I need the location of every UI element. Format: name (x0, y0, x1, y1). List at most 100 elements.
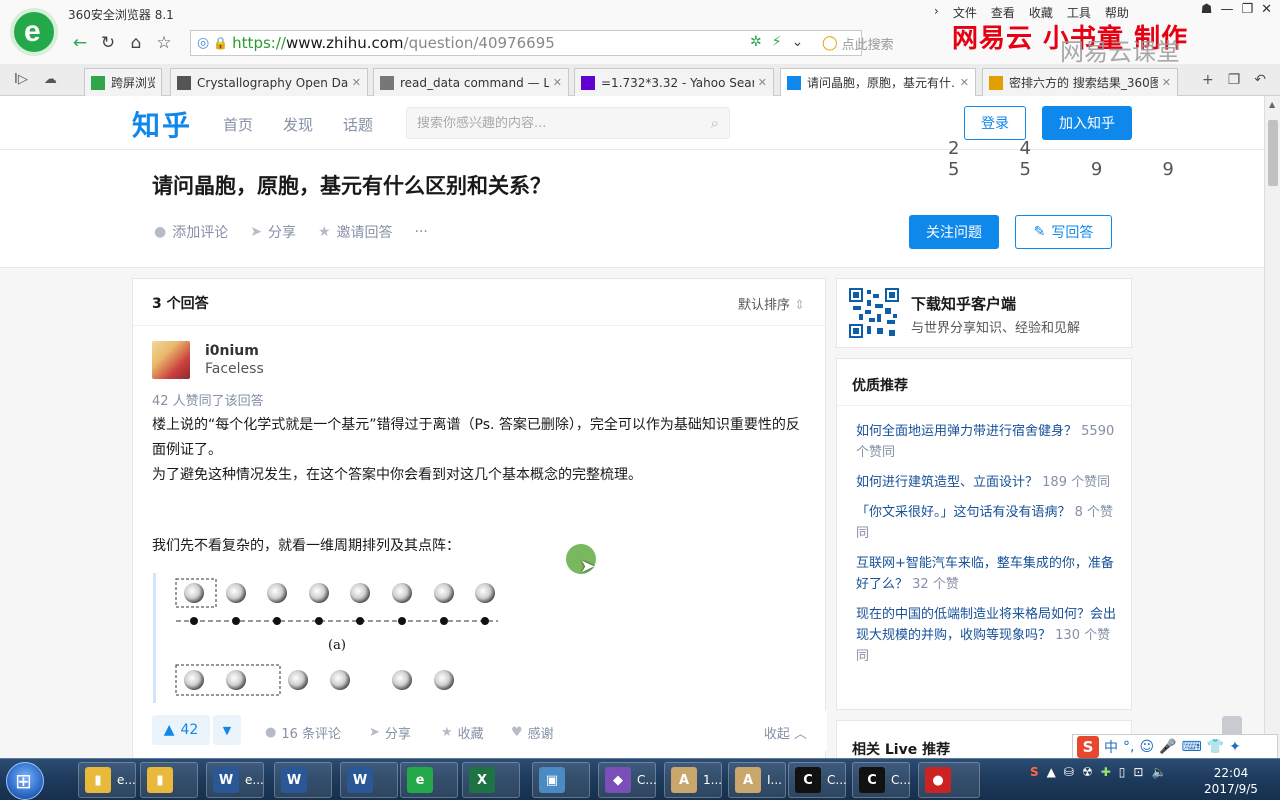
maximize-icon[interactable]: ❐ (1241, 2, 1253, 17)
tab-close-icon[interactable]: ✕ (758, 76, 767, 89)
taskbar-app[interactable]: ● (918, 762, 980, 798)
taskbar-app[interactable]: W (274, 762, 332, 798)
recommendation-item[interactable]: 互联网+智能汽车来临，整车集成的你，准备好了么？ 32 个赞 (856, 553, 1120, 595)
tab-list-icon[interactable]: ❐ (1228, 72, 1241, 88)
invite-answer-action[interactable]: ★ 邀请回答 (318, 222, 393, 242)
author-name[interactable]: i0nium (205, 343, 259, 359)
back-icon[interactable]: ← (66, 29, 94, 57)
close-icon[interactable]: ✕ (1261, 2, 1272, 17)
nav-home[interactable]: 首页 (223, 114, 253, 135)
collect-button[interactable]: ★ 收藏 (441, 723, 484, 742)
new-tab-icon[interactable]: + (1202, 72, 1214, 88)
volume-icon[interactable]: 🔈 (1151, 765, 1166, 779)
login-button[interactable]: 登录 (964, 106, 1026, 140)
download-app-card[interactable]: 下载知乎客户端 与世界分享知识、经验和见解 (836, 278, 1132, 348)
refresh-icon[interactable]: ↻ (94, 29, 122, 57)
sort-dropdown[interactable]: 默认排序 ⇕ (738, 294, 805, 313)
recommendation-item[interactable]: 现在的中国的低端制造业将来格局如何？会出现大规模的并购，收购等现象吗？ 130 … (856, 604, 1120, 667)
zhihu-logo[interactable]: 知乎 (132, 104, 192, 144)
more-action[interactable]: ··· (415, 222, 428, 242)
skin-shirt-icon[interactable]: 👕 (1207, 739, 1224, 755)
tray-360-icon[interactable]: ✚ (1101, 765, 1111, 779)
taskbar-app-label: I... (767, 773, 782, 787)
dropdown-icon[interactable]: ⌄ (792, 34, 804, 50)
comments-button[interactable]: ● 16 条评论 (265, 723, 341, 742)
favorite-star-icon[interactable]: ☆ (150, 29, 178, 57)
share-action[interactable]: ➤ 分享 (250, 222, 296, 242)
taskbar-app[interactable]: ▮ (140, 762, 198, 798)
punctuation-icon[interactable]: °, (1123, 739, 1134, 755)
taskbar-app[interactable]: C C... (852, 762, 911, 798)
collapse-button[interactable]: 收起 ︿ (764, 723, 807, 742)
skin-icon[interactable]: ☗ (1201, 2, 1213, 17)
add-comment-action[interactable]: ● 添加评论 (154, 222, 228, 242)
taskbar-app[interactable]: A I... (728, 762, 786, 798)
network-icon[interactable]: ⊡ (1133, 765, 1143, 779)
vote-summary[interactable]: 42 人赞同了该回答 (152, 390, 264, 409)
tab-close-icon[interactable]: ✕ (960, 76, 969, 89)
speed-mode-icon[interactable]: ⚡ (772, 34, 782, 50)
taskbar-app[interactable]: ▣ (532, 762, 590, 798)
downvote-button[interactable]: ▼ (213, 715, 241, 745)
upvote-button[interactable]: ▲ 42 (152, 715, 210, 745)
recommendation-item[interactable]: 如何进行建筑造型、立面设计？ 189 个赞同 (856, 472, 1120, 493)
nav-topics[interactable]: 话题 (343, 114, 373, 135)
tab-close-icon[interactable]: ✕ (352, 76, 361, 89)
zhihu-search-input[interactable] (417, 115, 687, 131)
write-answer-button[interactable]: ✎ 写回答 (1015, 215, 1112, 249)
feedback-icon[interactable] (1222, 716, 1242, 736)
menu-arrow-icon[interactable]: › (934, 4, 939, 21)
collapse-label: 收起 (763, 727, 790, 742)
start-button[interactable]: ⊞ (6, 762, 44, 800)
site-info-icon[interactable]: ◎ (197, 35, 209, 51)
emoji-icon[interactable]: ☺ (1139, 739, 1154, 755)
taskbar-app[interactable]: ◆ C... (598, 762, 657, 798)
cloud-icon[interactable]: ☁ (44, 72, 57, 87)
taskbar-app[interactable]: W (340, 762, 398, 798)
join-button[interactable]: 加入知乎 (1042, 106, 1132, 140)
share-button[interactable]: ➤ 分享 (369, 723, 411, 742)
scroll-thumb[interactable] (1268, 120, 1278, 186)
power-icon[interactable]: ▯ (1119, 765, 1126, 779)
home-icon[interactable]: ⌂ (122, 29, 150, 57)
browser-tab[interactable]: read_data command — L ✕ (373, 68, 569, 96)
browser-tab[interactable]: Crystallography Open Da ✕ (170, 68, 368, 96)
scroll-up-icon[interactable]: ▲ (1269, 100, 1275, 109)
clock[interactable]: 22:04 2017/9/5 (1196, 765, 1266, 797)
show-hidden-icon[interactable]: ▲ (1047, 765, 1056, 779)
tab-close-icon[interactable]: ✕ (553, 76, 562, 89)
taskbar-app[interactable]: ▮ e... (78, 762, 136, 798)
ime-mode[interactable]: 中 (1104, 737, 1118, 757)
browser-tab[interactable]: 密排六方的 搜索结果_360图 ✕ (982, 68, 1178, 96)
tray-app-icon[interactable]: ⛁ (1064, 765, 1074, 779)
nav-discover[interactable]: 发现 (283, 114, 313, 135)
microphone-icon[interactable]: 🎤 (1159, 739, 1176, 755)
avatar[interactable] (152, 341, 190, 379)
tray-app-icon-2[interactable]: ☢ (1082, 765, 1093, 779)
minimize-icon[interactable]: — (1220, 2, 1233, 17)
taskbar-app[interactable]: X (462, 762, 520, 798)
taskbar-app[interactable]: e (400, 762, 458, 798)
ime-tools-icon[interactable]: ✦ (1229, 739, 1241, 755)
thanks-button[interactable]: ♥ 感谢 (511, 723, 554, 742)
sogou-ime-icon[interactable]: S (1077, 736, 1099, 758)
taskbar-app-icon: ● (925, 767, 951, 793)
taskbar-app[interactable]: A 1... (664, 762, 722, 798)
browser-tab[interactable]: =1.732*3.32 - Yahoo Sear ✕ (574, 68, 774, 96)
undo-close-icon[interactable]: ↶ (1254, 72, 1266, 88)
browser-tab[interactable]: 请问晶胞，原胞，基元有什… ✕ (780, 68, 976, 96)
search-icon[interactable]: ⌕ (711, 114, 719, 132)
keyboard-icon[interactable]: ⌨ (1182, 739, 1202, 755)
browser-tab[interactable]: 跨屏浏览 (84, 68, 162, 96)
sogou-tray-icon[interactable]: S (1030, 765, 1039, 779)
follow-question-button[interactable]: 关注问题 (909, 215, 999, 249)
tab-close-icon[interactable]: ✕ (1162, 76, 1171, 89)
taskbar-app[interactable]: C C... (788, 762, 847, 798)
taskbar-app-icon: W (213, 767, 239, 793)
page-scrollbar[interactable]: ▲ (1264, 96, 1280, 758)
sidebar-toggle-icon[interactable]: I▷ (14, 72, 28, 87)
taskbar-app[interactable]: We... (206, 762, 264, 798)
security-icon[interactable]: ✲ (750, 34, 762, 50)
recommendation-item[interactable]: 「你文采很好。」这句话有没有语病？ 8 个赞同 (856, 502, 1120, 544)
recommendation-item[interactable]: 如何全面地运用弹力带进行宿舍健身？ 5590 个赞同 (856, 421, 1120, 463)
